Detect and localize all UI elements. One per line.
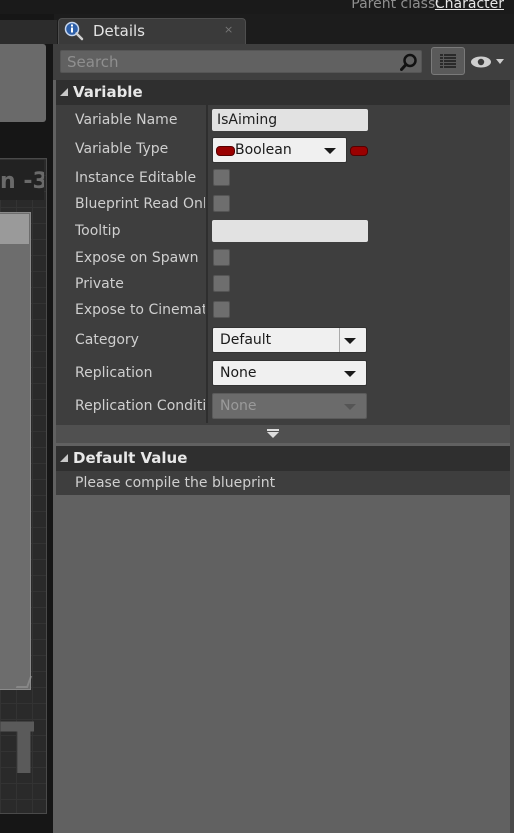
blueprint-read-only-checkbox[interactable] xyxy=(213,195,230,212)
parent-class-link[interactable]: Character xyxy=(435,0,504,12)
graph-node[interactable] xyxy=(0,212,31,690)
default-value-section-title: Default Value xyxy=(73,449,188,467)
replication-condition-value: None xyxy=(220,398,257,414)
collapse-arrow-icon[interactable] xyxy=(60,88,68,96)
private-checkbox[interactable] xyxy=(213,275,230,292)
instance-editable-label: Instance Editable xyxy=(75,170,197,186)
chevron-down-icon xyxy=(344,338,356,344)
left-panel-block xyxy=(0,44,46,122)
category-value: Default xyxy=(220,332,272,348)
variable-section-title: Variable xyxy=(73,83,143,101)
private-label: Private xyxy=(75,276,124,292)
details-tab[interactable] xyxy=(58,18,246,46)
expose-to-cinematics-checkbox[interactable] xyxy=(213,301,230,318)
category-label: Category xyxy=(75,332,139,348)
tooltip-field[interactable] xyxy=(212,220,368,242)
advanced-expander[interactable] xyxy=(56,425,510,443)
chevron-down-icon xyxy=(344,404,356,410)
column-splitter[interactable] xyxy=(206,105,208,423)
parent-class-label: Parent class: xyxy=(351,0,440,12)
expand-down-icon[interactable] xyxy=(266,429,280,439)
blueprint-read-only-label: Blueprint Read Only xyxy=(75,196,205,212)
expose-on-spawn-label: Expose on Spawn xyxy=(75,250,199,266)
combo-divider xyxy=(339,328,340,352)
search-icon[interactable] xyxy=(400,53,418,71)
property-matrix-icon xyxy=(440,54,456,68)
variable-type-label: Variable Type xyxy=(75,141,169,157)
property-matrix-button[interactable] xyxy=(431,47,465,75)
category-combo[interactable]: Default xyxy=(212,327,367,353)
replication-value: None xyxy=(220,365,257,381)
tooltip-label: Tooltip xyxy=(75,223,121,239)
replication-label: Replication xyxy=(75,365,153,381)
variable-name-label: Variable Name xyxy=(75,112,178,128)
visibility-eye-icon[interactable] xyxy=(470,54,510,70)
info-magnifier-icon xyxy=(64,21,84,41)
scrollbar-track[interactable] xyxy=(510,80,514,833)
chevron-down-icon xyxy=(344,371,356,377)
variable-name-value: IsAiming xyxy=(217,112,278,128)
graph-title-fragment: n -3 xyxy=(0,160,44,200)
replication-condition-label: Replication Condition xyxy=(75,398,206,414)
details-tab-title: Details xyxy=(93,22,146,40)
replication-condition-dropdown: None xyxy=(212,393,367,419)
search-placeholder: Search xyxy=(67,53,119,71)
variable-name-field[interactable]: IsAiming xyxy=(212,109,368,131)
expose-to-cinematics-label: Expose to Cinematics xyxy=(75,302,205,318)
collapse-arrow-icon[interactable] xyxy=(60,454,68,462)
instance-editable-checkbox[interactable] xyxy=(213,169,230,186)
graph-node-header xyxy=(0,214,29,244)
compile-message: Please compile the blueprint xyxy=(75,475,276,491)
expose-on-spawn-checkbox[interactable] xyxy=(213,249,230,266)
boolean-pin-icon xyxy=(216,146,235,156)
variable-type-value: Boolean xyxy=(235,142,292,158)
close-icon[interactable]: × xyxy=(224,22,233,38)
left-tab-row xyxy=(0,20,57,44)
replication-dropdown[interactable]: None xyxy=(212,360,367,386)
container-type-pin-icon[interactable] xyxy=(350,146,368,156)
graph-watermark-letter: T xyxy=(0,718,34,780)
chevron-down-icon xyxy=(324,148,336,154)
